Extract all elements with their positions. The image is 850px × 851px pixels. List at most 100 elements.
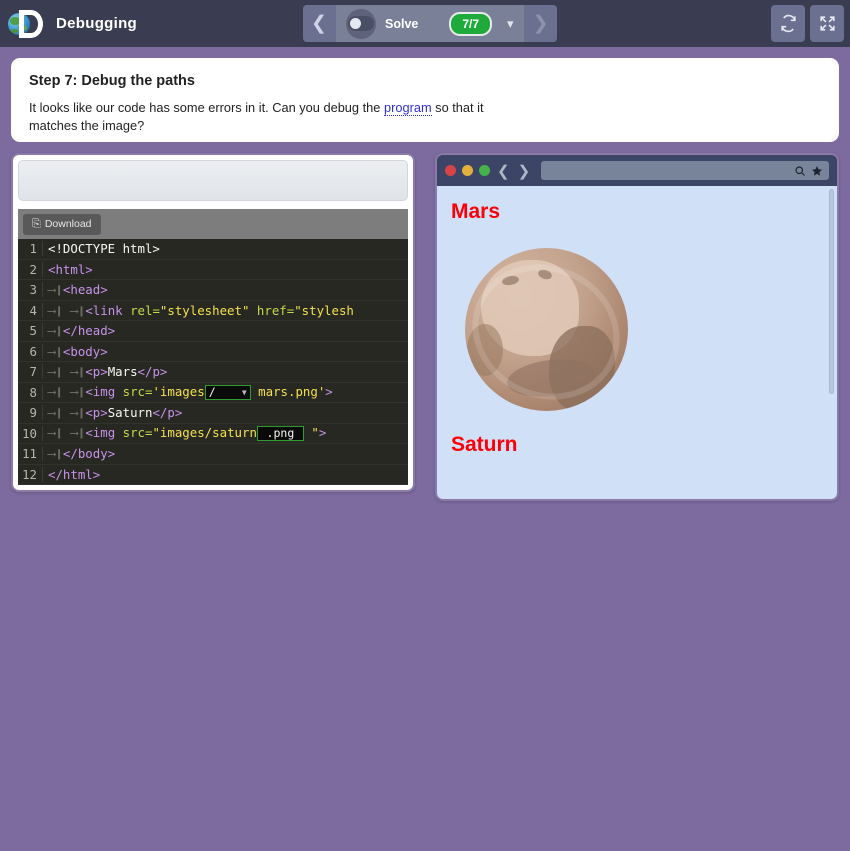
maximize-window-icon[interactable]: [479, 165, 490, 176]
code-line[interactable]: 2 <html>: [18, 260, 408, 280]
line-number: 9: [18, 405, 43, 421]
address-bar[interactable]: [541, 161, 829, 180]
line-number: 10: [18, 425, 43, 441]
code-text: ⟶❙</body>: [48, 446, 115, 461]
forward-button[interactable]: ❯: [518, 162, 531, 180]
preview-panel: ❮ ❯ Mars Saturn: [435, 153, 839, 501]
path-separator-dropdown[interactable]: / ▼: [204, 385, 251, 401]
code-token-tag: <link: [85, 302, 131, 318]
code-line[interactable]: 12 </html>: [18, 465, 408, 485]
line-number: 6: [18, 343, 43, 359]
code-token-str: "stylesheet": [159, 302, 250, 318]
code-token-txt: Saturn: [107, 405, 153, 421]
reset-button[interactable]: [771, 5, 805, 42]
code-text: ⟶❙ ⟶❙<link rel="stylesheet" href="styles…: [48, 303, 354, 318]
code-token-tag: <p>: [85, 364, 108, 380]
preview-scrollbar[interactable]: [829, 189, 834, 394]
code-token-tab: ⟶❙ ⟶❙: [48, 302, 86, 318]
download-icon: ⎘: [32, 217, 41, 230]
dropdown-value: .png: [266, 426, 295, 440]
code-toolbar: ⎘ Download: [18, 209, 408, 239]
code-lines[interactable]: 1 <!DOCTYPE html> 2 <html> 3 ⟶❙<head> 4 ⟶❙ ⟶❙<l…: [18, 239, 408, 485]
step-body: It looks like our code has some errors i…: [29, 99, 484, 135]
code-line[interactable]: 8 ⟶❙ ⟶❙<img src='images / ▼ mars.png'>: [18, 383, 408, 403]
code-text: ⟶❙</head>: [48, 323, 115, 338]
chevron-down-icon[interactable]: ▾: [507, 16, 514, 32]
minimize-window-icon[interactable]: [462, 165, 473, 176]
program-link[interactable]: program: [383, 100, 432, 116]
code-token-attr: href=: [249, 302, 295, 318]
file-extension-dropdown[interactable]: .png: [256, 426, 304, 442]
mode-selector[interactable]: Solve 7/7 ▾: [336, 5, 524, 42]
code-line[interactable]: 9 ⟶❙ ⟶❙<p>Saturn</p>: [18, 403, 408, 424]
code-line[interactable]: 3 ⟶❙<head>: [18, 280, 408, 301]
prev-step-button[interactable]: ❮: [303, 5, 335, 42]
code-line[interactable]: 6 ⟶❙<body>: [18, 342, 408, 362]
code-token-tag: </body>: [62, 446, 116, 462]
code-text: ⟶❙ ⟶❙<img src='images / ▼ mars.png'>: [48, 384, 333, 401]
code-token-tab: ⟶❙: [48, 282, 63, 298]
code-line[interactable]: 10 ⟶❙ ⟶❙<img src="images/saturn .png ">: [18, 424, 408, 444]
code-text: </html>: [48, 467, 100, 482]
code-token-tag: >: [325, 384, 333, 400]
fullscreen-button[interactable]: [810, 5, 844, 42]
next-step-button[interactable]: ❯: [524, 5, 557, 42]
code-token-tab: ⟶❙: [48, 323, 63, 339]
line-number: 4: [18, 302, 43, 318]
line-number: 2: [18, 261, 43, 277]
code-token-tab: ⟶❙: [48, 446, 63, 462]
toggle-switch-icon: [348, 16, 374, 31]
code-token-tab: ⟶❙ ⟶❙: [48, 384, 86, 400]
code-token-tag: </p>: [137, 364, 168, 380]
block-palette[interactable]: [18, 160, 408, 201]
code-token-tag: <img: [85, 384, 123, 400]
code-token-str: "stylesh: [294, 302, 354, 318]
back-button[interactable]: ❮: [497, 162, 510, 180]
code-token-attr: src=: [122, 384, 153, 400]
code-line[interactable]: 7 ⟶❙ ⟶❙<p>Mars</p>: [18, 362, 408, 383]
close-window-icon[interactable]: [445, 165, 456, 176]
solve-toggle[interactable]: [346, 8, 376, 39]
search-icon[interactable]: [794, 165, 806, 177]
line-number: 8: [18, 384, 43, 400]
code-line[interactable]: 1 <!DOCTYPE html>: [18, 239, 408, 260]
line-number: 5: [18, 323, 43, 339]
line-number: 1: [18, 241, 43, 257]
code-token-tab: ⟶❙ ⟶❙: [48, 405, 86, 421]
code-token-str: mars.png': [250, 384, 326, 400]
code-token-tag: </html>: [48, 466, 101, 482]
code-text: ⟶❙ ⟶❙<p>Mars</p>: [48, 364, 167, 379]
body-before: It looks like our code has some errors i…: [29, 100, 384, 115]
code-token-attr: rel=: [130, 302, 160, 318]
step-heading: Step 7: Debug the paths: [29, 73, 195, 89]
code-line[interactable]: 11 ⟶❙</body>: [18, 444, 408, 465]
top-toolbar: Debugging ❮ Solve 7/7 ▾ ❯: [0, 0, 850, 47]
code-token-tag: >: [318, 425, 327, 441]
star-icon[interactable]: [811, 165, 823, 177]
refresh-icon: [780, 14, 796, 33]
code-token-str: ": [303, 425, 319, 441]
code-line[interactable]: 5 ⟶❙</head>: [18, 321, 408, 342]
lesson-nav-cluster: ❮ Solve 7/7 ▾ ❯: [303, 5, 557, 42]
globe-d-logo-icon: [8, 8, 44, 40]
code-token-attr: src=: [122, 425, 153, 441]
code-text: ⟶❙<body>: [48, 344, 108, 359]
chevron-down-icon: ▼: [241, 387, 247, 397]
code-token-tab: ⟶❙: [48, 343, 63, 359]
preview-heading-mars: Mars: [451, 200, 501, 223]
code-token-tag: </head>: [62, 323, 116, 339]
code-line[interactable]: 4 ⟶❙ ⟶❙<link rel="stylesheet" href="style…: [18, 301, 408, 321]
fullscreen-icon: [819, 16, 835, 31]
browser-chrome: ❮ ❯: [437, 155, 837, 186]
page-title: Debugging: [56, 15, 138, 32]
line-number: 3: [18, 282, 43, 298]
code-token-tag: <head>: [62, 282, 108, 298]
code-token-txt: <!DOCTYPE html>: [48, 241, 160, 257]
download-button[interactable]: ⎘ Download: [23, 213, 101, 235]
code-editor-panel: ⎘ Download 1 <!DOCTYPE html> 2 <html> 3 ⟶❙<he…: [11, 153, 415, 492]
instruction-panel: Step 7: Debug the paths It looks like ou…: [11, 58, 839, 142]
code-token-tag: </p>: [152, 405, 183, 421]
dropdown-value: /: [208, 385, 216, 399]
code-token-tag: <html>: [48, 261, 93, 277]
pluto-planet-image: [465, 248, 628, 411]
